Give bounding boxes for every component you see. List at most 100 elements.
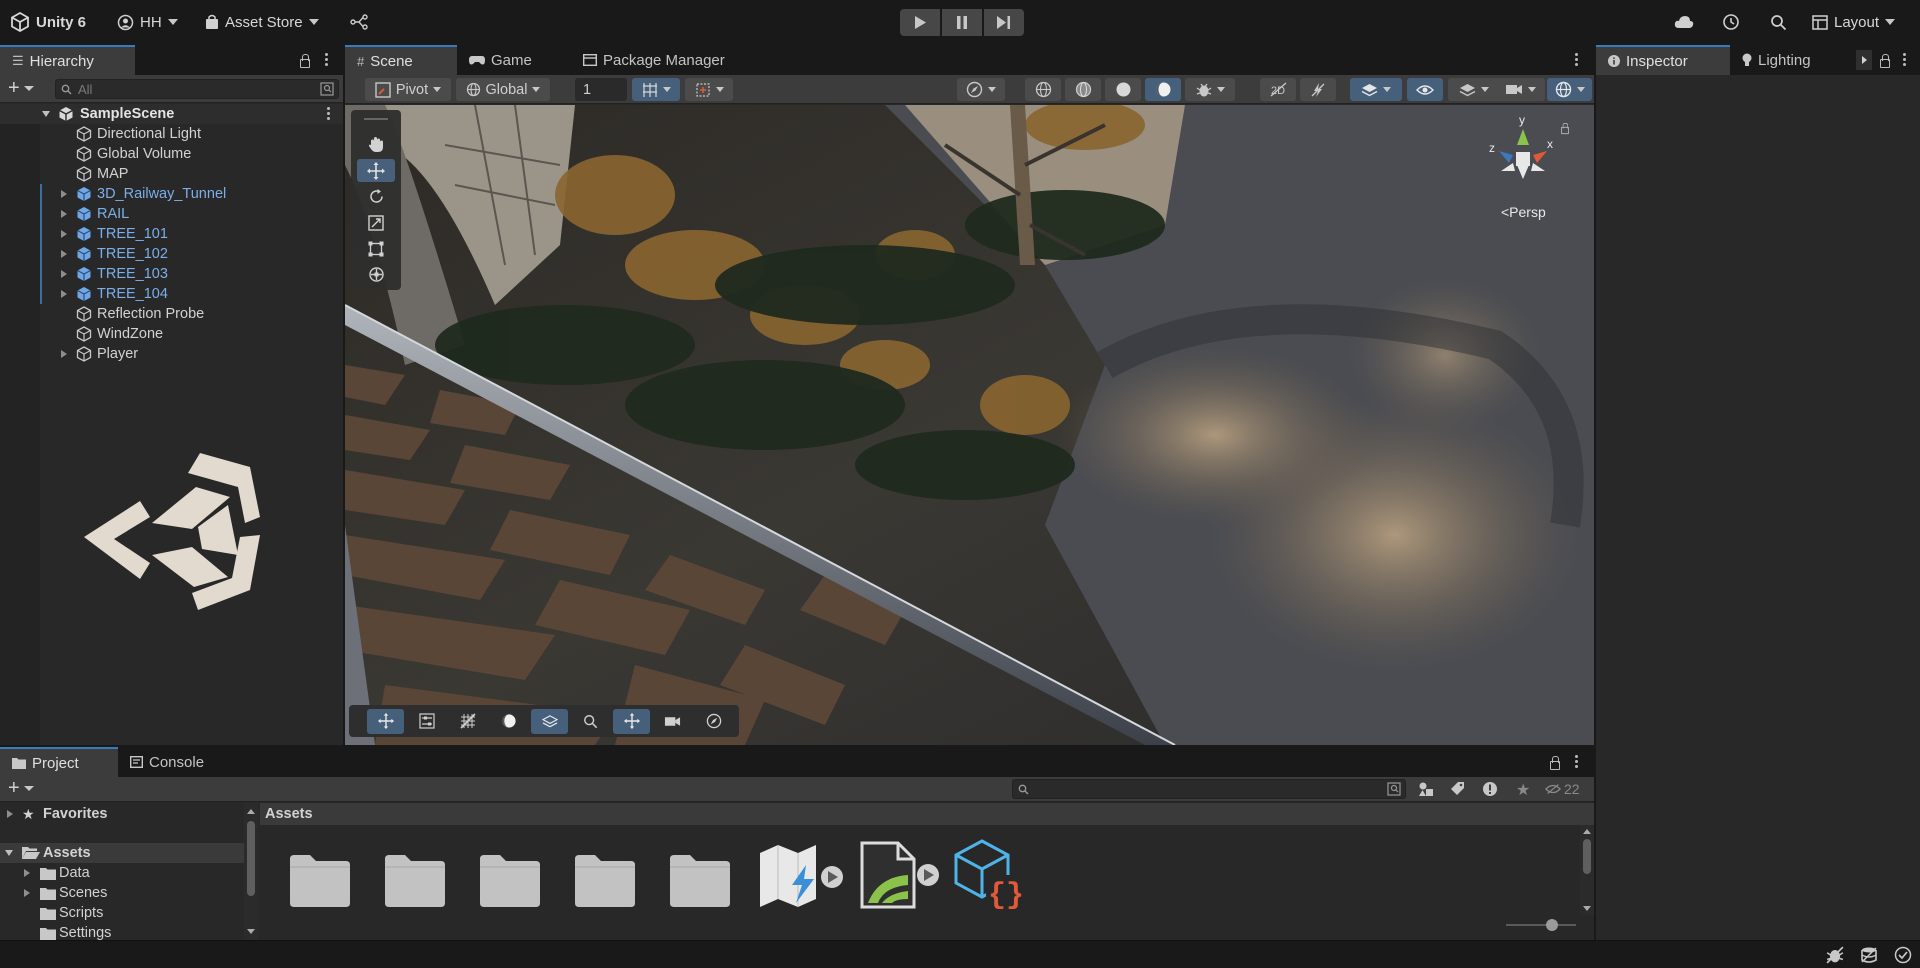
play-button[interactable] xyxy=(900,9,940,36)
cloud-button[interactable] xyxy=(1674,10,1694,34)
scene-row[interactable]: SampleScene xyxy=(0,104,343,124)
shaded-button[interactable] xyxy=(1105,78,1141,101)
expand-arrow-icon[interactable] xyxy=(61,230,67,238)
tab-console[interactable]: Console xyxy=(118,747,204,777)
debugger-icon[interactable] xyxy=(1826,946,1844,964)
expand-arrow-icon[interactable] xyxy=(61,270,67,278)
step-button[interactable] xyxy=(984,9,1024,36)
scroll-thumb[interactable] xyxy=(1583,839,1591,874)
search-by-type-icon[interactable] xyxy=(320,82,334,96)
expand-arrow-icon[interactable] xyxy=(5,850,13,856)
expand-arrow-icon[interactable] xyxy=(61,190,67,198)
scroll-thumb[interactable] xyxy=(247,821,255,896)
gizmo-lock-icon[interactable] xyxy=(1561,122,1569,135)
assets-folder-row[interactable]: Assets xyxy=(0,843,258,863)
tab-hierarchy[interactable]: ☰ Hierarchy xyxy=(0,45,135,75)
search-by-type-button[interactable] xyxy=(1418,781,1434,797)
hierarchy-item[interactable]: RAIL xyxy=(0,204,343,224)
projection-label[interactable]: <Persp xyxy=(1501,204,1546,220)
asset-folder[interactable] xyxy=(573,853,637,907)
more-options-icon[interactable] xyxy=(1575,53,1579,68)
expand-arrow-icon[interactable] xyxy=(61,290,67,298)
tab-inspector[interactable]: Inspector xyxy=(1596,45,1730,75)
cache-server-icon[interactable] xyxy=(1860,946,1878,964)
move-tool-button[interactable] xyxy=(357,159,395,182)
toggle-lighting-button[interactable] xyxy=(1300,78,1336,101)
grid-snap-input[interactable]: 1 xyxy=(575,78,627,101)
assets-scrollbar[interactable] xyxy=(1580,825,1594,915)
unity-menu[interactable]: Unity 6 xyxy=(10,10,86,34)
lock-icon[interactable] xyxy=(1880,54,1890,68)
check-circle-icon[interactable] xyxy=(1894,946,1912,964)
asset-folder[interactable] xyxy=(288,853,352,907)
scroll-up-icon[interactable] xyxy=(1583,829,1591,834)
hidden-packages-toggle[interactable]: 22 xyxy=(1545,781,1580,797)
hierarchy-item[interactable]: TREE_101 xyxy=(0,224,343,244)
asset-render-pipeline[interactable] xyxy=(858,841,942,909)
rect-tool-button[interactable] xyxy=(357,237,395,260)
star-filter-icon[interactable]: ★ xyxy=(1516,780,1530,800)
asset-store-dropdown[interactable]: Asset Store xyxy=(205,10,319,34)
overlay-grid-button[interactable] xyxy=(449,709,486,734)
asset-script[interactable]: {} xyxy=(952,839,1026,909)
pause-button[interactable] xyxy=(942,9,982,36)
more-options-icon[interactable] xyxy=(325,53,329,68)
project-search-field[interactable] xyxy=(1012,779,1406,799)
gizmos-dropdown[interactable] xyxy=(1547,78,1592,101)
increment-snap-toggle[interactable] xyxy=(685,78,733,101)
version-control-button[interactable] xyxy=(350,10,368,34)
scroll-up-icon[interactable] xyxy=(247,809,255,814)
hierarchy-item[interactable]: 3D_Railway_Tunnel xyxy=(0,184,343,204)
layout-dropdown[interactable]: Layout xyxy=(1812,10,1896,34)
camera-settings-dropdown[interactable] xyxy=(1495,78,1545,101)
tab-project[interactable]: Project xyxy=(0,747,118,777)
expand-arrow-icon[interactable] xyxy=(24,889,30,897)
rendered-shading-button[interactable] xyxy=(1145,78,1181,101)
lock-icon[interactable] xyxy=(300,54,310,68)
overlay-move-button[interactable] xyxy=(367,708,404,734)
tab-scene[interactable]: # Scene xyxy=(345,45,457,75)
hierarchy-item[interactable]: Directional Light xyxy=(0,124,343,144)
hierarchy-item[interactable]: Global Volume xyxy=(0,144,343,164)
hierarchy-item[interactable]: TREE_103 xyxy=(0,264,343,284)
expand-arrow-icon[interactable] xyxy=(61,350,67,358)
overlay-pivot-button[interactable] xyxy=(613,708,650,734)
scene-view-tools-dropdown[interactable] xyxy=(957,78,1005,101)
create-button[interactable]: + xyxy=(8,78,34,98)
overlay-camera-button[interactable] xyxy=(654,709,691,734)
overlay-layers-button[interactable] xyxy=(531,708,568,734)
debug-draw-mode-dropdown[interactable] xyxy=(1185,78,1235,101)
scroll-down-icon[interactable] xyxy=(247,929,255,934)
expand-arrow-icon[interactable] xyxy=(42,111,50,117)
favorites-row[interactable]: ★ Favorites xyxy=(0,804,258,824)
scene-more-options-icon[interactable] xyxy=(327,107,331,122)
expand-arrow-icon[interactable] xyxy=(61,250,67,258)
asset-folder[interactable] xyxy=(668,853,732,907)
hand-tool-button[interactable] xyxy=(357,133,395,156)
more-tabs-button[interactable] xyxy=(1856,50,1872,70)
grid-snap-toggle[interactable] xyxy=(632,78,680,101)
create-asset-button[interactable]: + xyxy=(8,778,34,798)
wireframe-shading-button[interactable] xyxy=(1025,78,1061,101)
search-by-label-button[interactable] xyxy=(1450,781,1465,796)
icon-size-slider[interactable] xyxy=(1506,918,1576,932)
scene-viewport[interactable]: y x z <Persp xyxy=(345,105,1594,745)
expand-arrow-icon[interactable] xyxy=(7,810,13,818)
project-folder-row[interactable]: Data xyxy=(0,863,258,883)
project-folder-row[interactable]: Scripts xyxy=(0,903,258,923)
undo-history-button[interactable] xyxy=(1722,10,1740,34)
asset-lighting-settings[interactable] xyxy=(758,843,848,909)
hierarchy-item[interactable]: MAP xyxy=(0,164,343,184)
assets-breadcrumb[interactable]: Assets xyxy=(260,803,1594,825)
asset-folder[interactable] xyxy=(383,853,447,907)
scale-tool-button[interactable] xyxy=(357,211,395,234)
toggle-2d-button[interactable]: 2D xyxy=(1260,78,1296,101)
tab-lighting[interactable]: Lighting xyxy=(1730,45,1811,75)
global-dropdown[interactable]: Global xyxy=(456,78,550,101)
more-options-icon[interactable] xyxy=(1575,755,1579,770)
overlay-navigation-button[interactable] xyxy=(695,709,732,734)
scroll-down-icon[interactable] xyxy=(1583,906,1591,911)
tab-game[interactable]: Game xyxy=(457,45,532,75)
layers-visibility-dropdown[interactable] xyxy=(1448,78,1500,101)
hierarchy-item[interactable]: TREE_102 xyxy=(0,244,343,264)
